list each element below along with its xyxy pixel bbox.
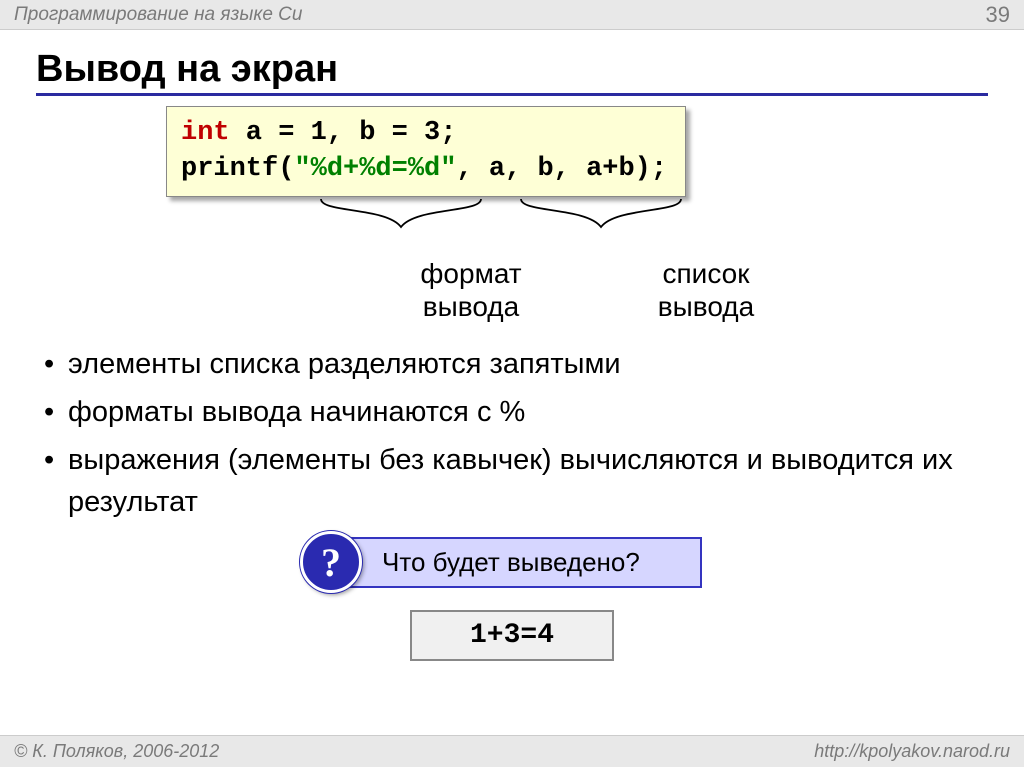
code-line2-post: , a, b, a+b); [456,154,667,184]
braces-row [166,197,726,257]
list-label-line1: список [663,258,750,289]
code-format-string: "%d+%d=%d" [294,154,456,184]
code-box: int a = 1, b = 3; printf("%d+%d=%d", a, … [166,106,686,197]
output-box: 1+3=4 [410,610,614,661]
content: Вывод на экран int a = 1, b = 3; printf(… [0,30,1024,661]
list-item: форматы вывода начинаются с % [40,391,988,433]
question-mark-icon: ? [300,531,362,593]
header-bar: Программирование на языке Си 39 [0,0,1024,30]
question-mark-glyph: ? [321,539,341,586]
code-line2-pre: printf( [181,154,294,184]
brace-labels: формат вывода список вывода [166,257,726,337]
list-label-line2: вывода [658,291,754,322]
list-item: элементы списка разделяются запятыми [40,343,988,385]
format-label: формат вывода [401,257,541,324]
bullet-list: элементы списка разделяются запятыми фор… [36,343,988,523]
slide: Программирование на языке Си 39 Вывод на… [0,0,1024,767]
format-label-line2: вывода [423,291,519,322]
question-text: Что будет выведено? [322,537,702,588]
question-callout: ? Что будет выведено? [322,537,702,588]
code-line1-rest: a = 1, b = 3; [230,118,457,148]
list-label: список вывода [636,257,776,324]
copyright-text: © К. Поляков, 2006-2012 [14,741,219,762]
list-item: выражения (элементы без кавычек) вычисля… [40,439,988,523]
brace-list-icon [516,197,686,231]
page-number: 39 [986,2,1010,28]
format-label-line1: формат [420,258,521,289]
course-title: Программирование на языке Си [14,4,302,26]
code-keyword: int [181,118,230,148]
slide-title: Вывод на экран [36,48,988,96]
footer-bar: © К. Поляков, 2006-2012 http://kpolyakov… [0,735,1024,767]
brace-format-icon [316,197,486,231]
code-box-wrap: int a = 1, b = 3; printf("%d+%d=%d", a, … [166,106,686,197]
footer-url: http://kpolyakov.narod.ru [814,741,1010,762]
